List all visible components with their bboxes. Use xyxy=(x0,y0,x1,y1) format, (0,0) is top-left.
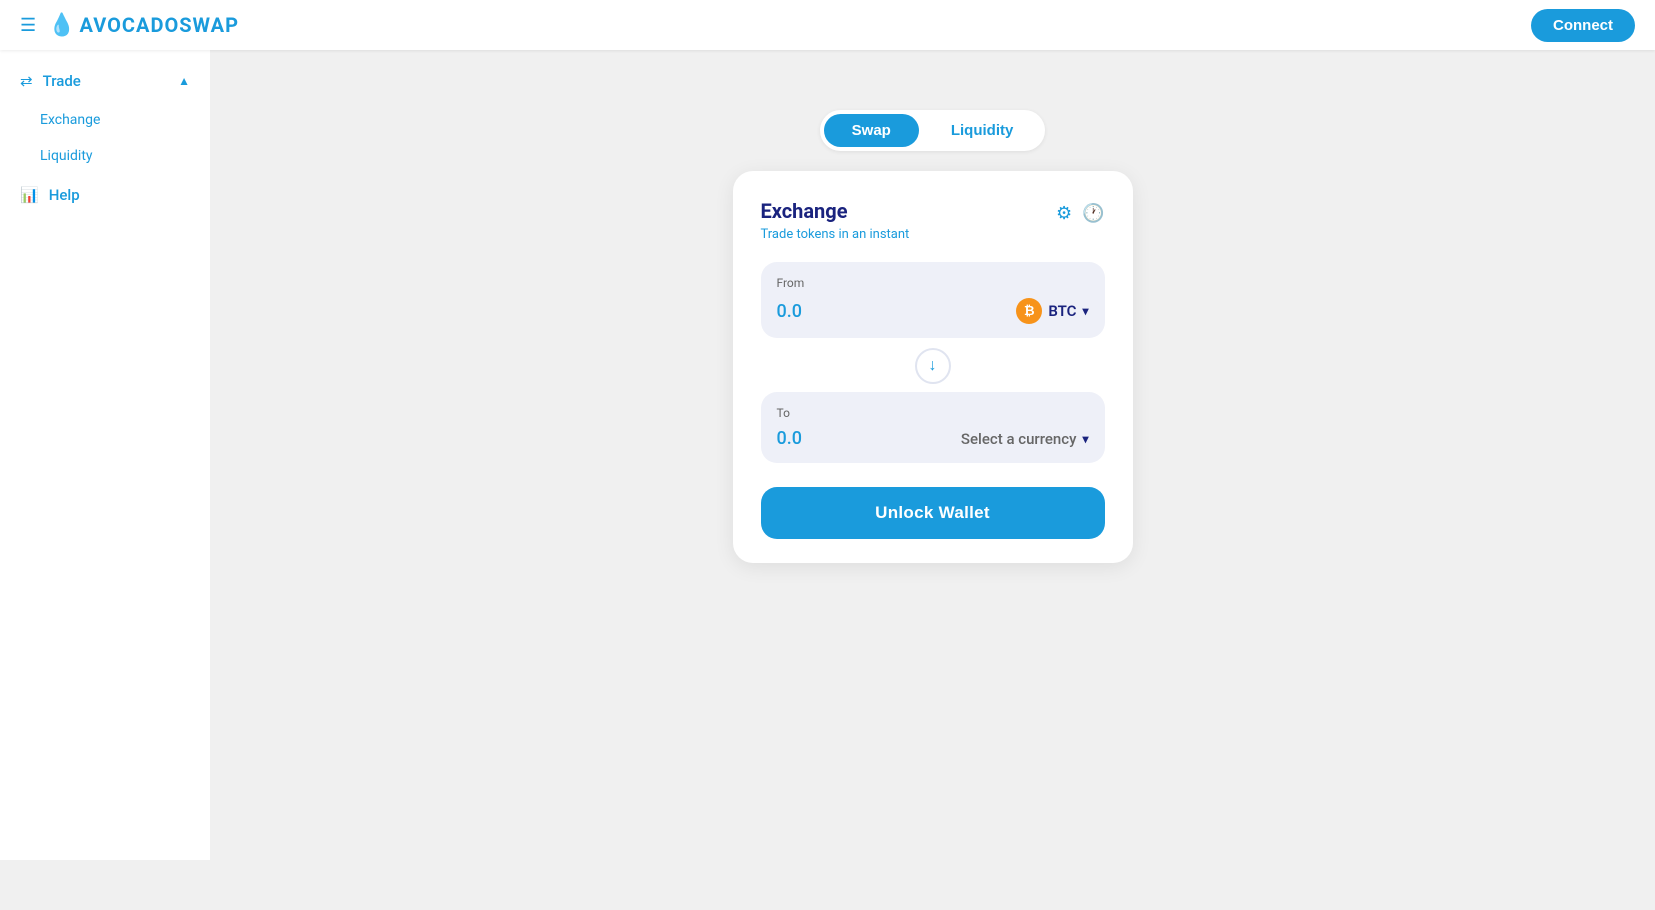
from-value[interactable]: 0.0 xyxy=(777,301,802,322)
logo-icon: 💧 xyxy=(48,13,75,38)
exchange-card: Exchange Trade tokens in an instant ⚙ 🕐 … xyxy=(733,171,1133,563)
sidebar-item-help[interactable]: 📊 Help xyxy=(0,174,210,216)
header-left: ☰ 💧 AVOCADOSWAP xyxy=(20,13,239,38)
sidebar-trade-label: Trade xyxy=(43,72,81,90)
connect-button[interactable]: Connect xyxy=(1531,9,1635,42)
unlock-wallet-button[interactable]: Unlock Wallet xyxy=(761,487,1105,539)
history-icon[interactable]: 🕐 xyxy=(1082,203,1104,224)
tabs-container: Swap Liquidity xyxy=(820,110,1046,151)
trade-icon: ⇄ xyxy=(20,72,33,90)
btc-label: BTC xyxy=(1048,302,1076,320)
sidebar-item-liquidity[interactable]: Liquidity xyxy=(20,138,210,174)
sidebar-help-label: Help xyxy=(49,186,80,204)
card-subtitle: Trade tokens in an instant xyxy=(761,227,910,242)
logo: 💧 AVOCADOSWAP xyxy=(48,13,239,38)
to-label: To xyxy=(777,406,1089,420)
tab-liquidity[interactable]: Liquidity xyxy=(923,114,1042,147)
to-field: To 0.0 Select a currency ▾ xyxy=(761,392,1105,463)
sidebar: ⇄ Trade ▲ Exchange Liquidity 📊 Help xyxy=(0,50,210,860)
card-title: Exchange xyxy=(761,199,910,223)
hamburger-icon[interactable]: ☰ xyxy=(20,15,36,36)
to-value[interactable]: 0.0 xyxy=(777,428,802,449)
swap-arrow-container: ↓ xyxy=(761,348,1105,384)
from-label: From xyxy=(777,276,1089,290)
to-row: 0.0 Select a currency ▾ xyxy=(777,428,1089,449)
chart-icon: 📊 xyxy=(20,186,39,204)
header: ☰ 💧 AVOCADOSWAP Connect xyxy=(0,0,1655,50)
card-header: Exchange Trade tokens in an instant ⚙ 🕐 xyxy=(761,199,1105,242)
tab-swap[interactable]: Swap xyxy=(824,114,919,147)
settings-icon[interactable]: ⚙ xyxy=(1056,203,1072,224)
from-row: 0.0 ₿ BTC ▾ xyxy=(777,298,1089,324)
from-field: From 0.0 ₿ BTC ▾ xyxy=(761,262,1105,338)
select-currency-label: Select a currency xyxy=(961,430,1077,448)
btc-icon: ₿ xyxy=(1016,298,1042,324)
select-chevron-icon: ▾ xyxy=(1082,432,1088,446)
sidebar-subitems: Exchange Liquidity xyxy=(0,102,210,174)
card-title-section: Exchange Trade tokens in an instant xyxy=(761,199,910,242)
main-content: Swap Liquidity Exchange Trade tokens in … xyxy=(210,50,1655,860)
sidebar-item-trade[interactable]: ⇄ Trade ▲ xyxy=(0,60,210,102)
chevron-down-icon: ▲ xyxy=(178,74,190,88)
btc-chevron-icon: ▾ xyxy=(1082,304,1088,318)
logo-text: AVOCADOSWAP xyxy=(80,13,239,37)
sidebar-item-exchange[interactable]: Exchange xyxy=(20,102,210,138)
card-icons: ⚙ 🕐 xyxy=(1056,203,1105,224)
btc-currency-selector[interactable]: ₿ BTC ▾ xyxy=(1016,298,1088,324)
swap-direction-button[interactable]: ↓ xyxy=(915,348,951,384)
currency-selector[interactable]: Select a currency ▾ xyxy=(961,430,1089,448)
